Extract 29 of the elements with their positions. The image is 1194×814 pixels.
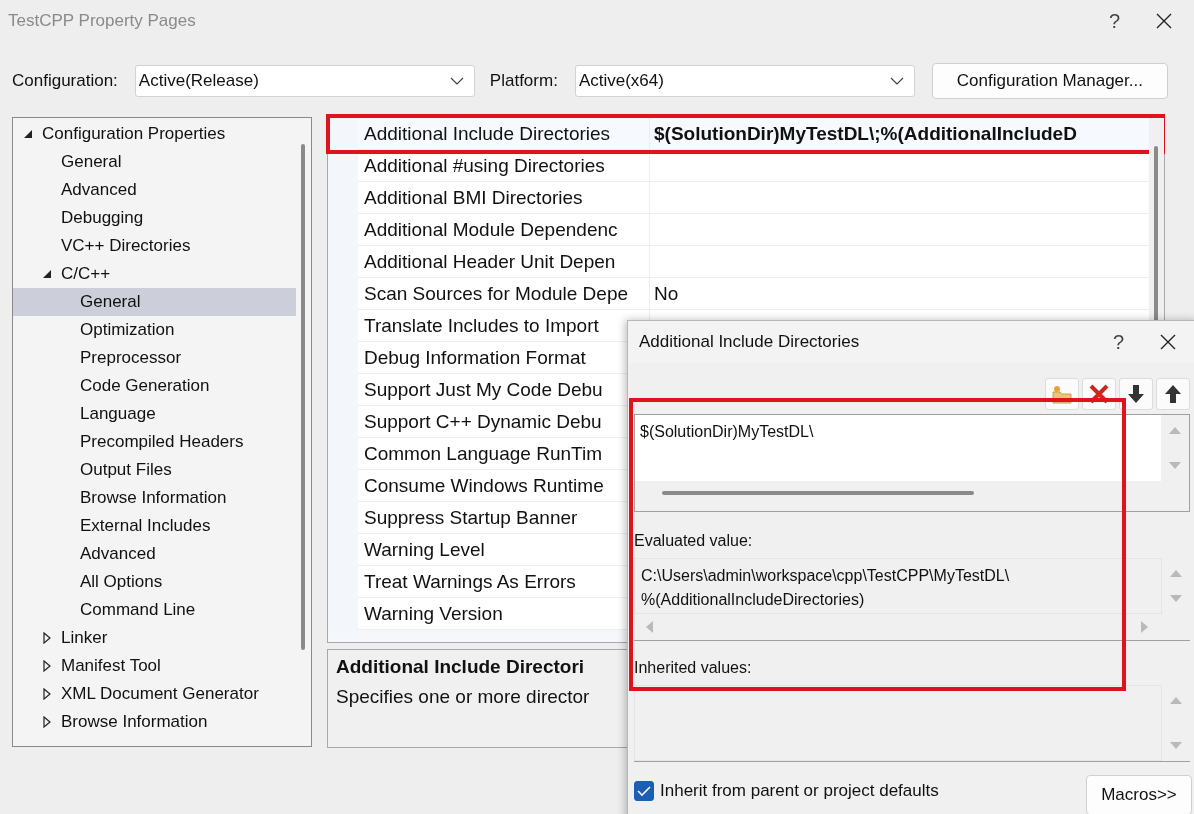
property-value: $(SolutionDir)MyTestDL\;%(AdditionalIncludeD [654, 123, 1077, 144]
property-name: Translate Includes to Import [364, 315, 599, 336]
description-title: Additional Include Directori [336, 656, 585, 678]
property-name: Treat Warnings As Errors [364, 571, 576, 592]
property-name: Additional #using Directories [364, 155, 605, 176]
property-name: Consume Windows Runtime [364, 475, 604, 496]
window-title: TestCPP Property Pages [8, 11, 196, 31]
property-name: Support C++ Dynamic Debu [364, 411, 602, 432]
inherited-label: Inherited values: [634, 659, 753, 677]
property-name: Debug Information Format [364, 347, 586, 368]
property-name: Support Just My Code Debu [364, 379, 603, 400]
inherit-label: Inherit from parent or project defaults [660, 781, 939, 801]
property-name: Warning Version [364, 603, 503, 624]
dialog-title: Additional Include Directories [639, 332, 860, 352]
property-name: Scan Sources for Module Depe [364, 283, 629, 304]
property-name: Additional BMI Directories [364, 187, 583, 208]
evaluated-label: Evaluated value: [634, 532, 754, 550]
property-name: Common Language RunTim [364, 443, 602, 464]
evaluated-line: %(AdditionalIncludeDirectories) [641, 590, 866, 610]
property-name: Suppress Startup Banner [364, 507, 578, 528]
description-text: Specifies one or more director [336, 686, 590, 708]
configuration-label: Configuration: [12, 71, 118, 91]
property-name: Additional Include Directories [364, 123, 611, 144]
property-name: Additional Header Unit Depen [364, 251, 616, 272]
platform-label: Platform: [489, 71, 558, 91]
property-name: Warning Level [364, 539, 485, 560]
property-name: Additional Module Dependenc [364, 219, 618, 240]
evaluated-line: C:\Users\admin\workspace\cpp\TestCPP\MyTestDL\ [641, 566, 1011, 586]
property-value: No [654, 283, 679, 304]
